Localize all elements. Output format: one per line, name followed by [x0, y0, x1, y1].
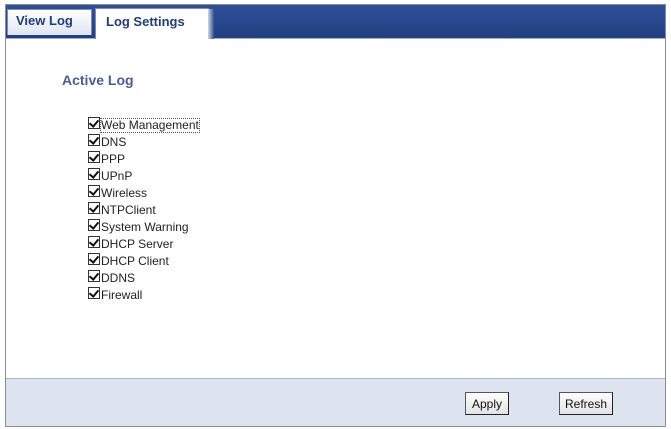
- firewall-label: Firewall: [101, 288, 143, 302]
- firewall-checkbox[interactable]: [88, 287, 100, 299]
- dhcp-server-checkbox[interactable]: [88, 236, 100, 248]
- dns-label: DNS: [101, 135, 127, 149]
- tab-view-log[interactable]: View Log: [7, 9, 92, 35]
- log-item-dns: DNS: [88, 132, 199, 149]
- log-item-firewall: Firewall: [88, 285, 199, 302]
- wireless-label: Wireless: [101, 186, 148, 200]
- apply-button[interactable]: Apply: [465, 392, 509, 415]
- log-item-system-warning: System Warning: [88, 217, 199, 234]
- dhcp-server-label: DHCP Server: [101, 237, 174, 251]
- web-management-checkbox[interactable]: [88, 117, 100, 129]
- log-item-dhcp-client: DHCP Client: [88, 251, 199, 268]
- system-warning-label: System Warning: [101, 220, 189, 234]
- upnp-label: UPnP: [101, 169, 133, 183]
- active-log-list: Web Management DNS PPP UPnP Wireless NTP…: [88, 115, 200, 302]
- dhcp-client-checkbox[interactable]: [88, 253, 100, 265]
- dns-checkbox[interactable]: [88, 134, 100, 146]
- ddns-label: DDNS: [101, 271, 136, 285]
- ntpclient-checkbox[interactable]: [88, 202, 100, 214]
- log-item-web-management: Web Management: [88, 115, 200, 133]
- wireless-checkbox[interactable]: [88, 185, 100, 197]
- tab-log-settings[interactable]: Log Settings: [95, 8, 214, 41]
- web-management-label: Web Management: [100, 118, 200, 133]
- log-item-wireless: Wireless: [88, 183, 199, 200]
- ntpclient-label: NTPClient: [101, 203, 156, 217]
- log-panel: View Log Log Settings Active Log Web Man…: [5, 4, 666, 427]
- refresh-button[interactable]: Refresh: [559, 392, 613, 415]
- button-bar: Apply Refresh: [6, 378, 665, 426]
- log-item-ddns: DDNS: [88, 268, 199, 285]
- log-item-ppp: PPP: [88, 149, 199, 166]
- section-title: Active Log: [62, 72, 134, 88]
- log-item-ntpclient: NTPClient: [88, 200, 199, 217]
- dhcp-client-label: DHCP Client: [101, 254, 169, 268]
- ppp-label: PPP: [101, 152, 126, 166]
- upnp-checkbox[interactable]: [88, 168, 100, 180]
- ddns-checkbox[interactable]: [88, 270, 100, 282]
- tab-bar: View Log Log Settings: [6, 5, 665, 41]
- log-item-upnp: UPnP: [88, 166, 199, 183]
- system-warning-checkbox[interactable]: [88, 219, 100, 231]
- log-item-dhcp-server: DHCP Server: [88, 234, 199, 251]
- ppp-checkbox[interactable]: [88, 151, 100, 163]
- log-settings-content: Active Log Web Management DNS PPP UPnP W…: [6, 39, 665, 379]
